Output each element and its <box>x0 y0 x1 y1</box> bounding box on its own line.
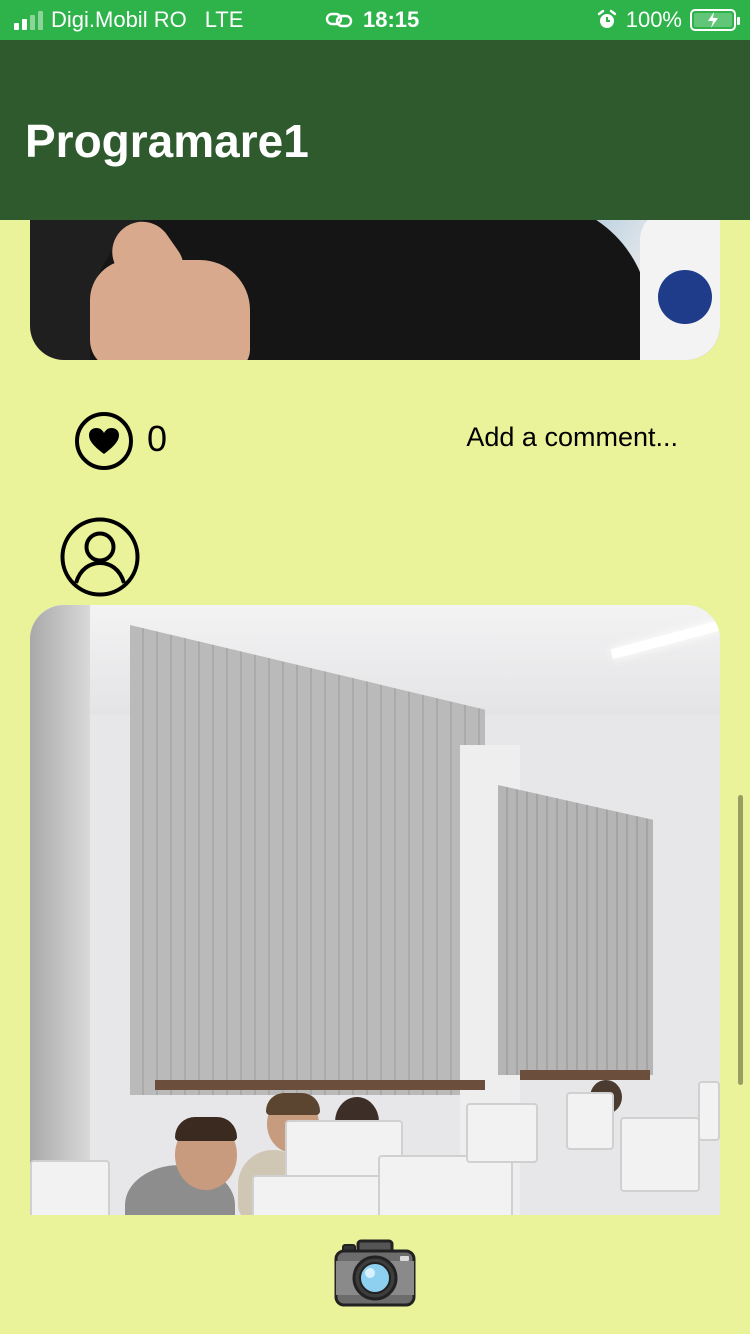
link-icon <box>325 12 353 28</box>
carrier-group: Digi.Mobil RO LTE <box>14 0 243 40</box>
heart-icon <box>89 428 119 454</box>
system-indicators: 100% <box>596 0 740 40</box>
bottom-bar <box>0 1215 750 1334</box>
like-button[interactable] <box>75 412 133 470</box>
battery-percent: 100% <box>625 7 682 32</box>
carrier-name: Digi.Mobil RO <box>51 7 187 32</box>
like-count: 0 <box>147 418 168 459</box>
time-group: 18:15 <box>325 0 419 40</box>
clock: 18:15 <box>363 7 420 32</box>
status-bar: Digi.Mobil RO LTE 18:15 100% <box>0 0 750 40</box>
network-type: LTE <box>204 7 244 32</box>
alarm-icon <box>597 9 616 28</box>
app-bar: Programare1 <box>0 40 750 220</box>
scrollbar[interactable] <box>738 795 743 1085</box>
battery-icon <box>690 9 740 31</box>
signal-icon <box>14 10 43 30</box>
add-comment-link[interactable]: Add a comment... <box>466 422 678 453</box>
post-photo[interactable] <box>30 605 720 1215</box>
camera-icon[interactable] <box>333 1237 417 1309</box>
page-title: Programare1 <box>25 115 309 167</box>
post-actions: 0 Add a comment... <box>0 400 750 480</box>
user-icon[interactable] <box>60 517 140 597</box>
